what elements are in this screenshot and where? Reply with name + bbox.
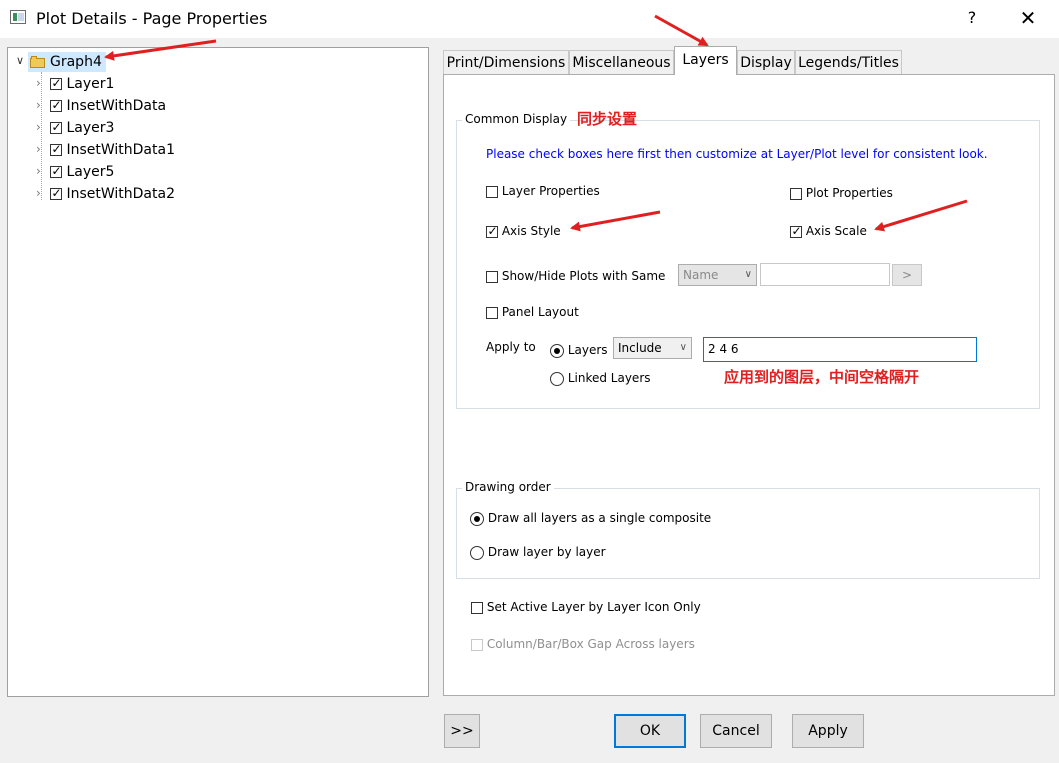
show-hide-label: Show/Hide Plots with Same bbox=[501, 269, 666, 283]
tree-item-label: InsetWithData1 bbox=[66, 142, 175, 158]
tree-item-layer3[interactable]: Layer3 bbox=[50, 118, 114, 138]
expand-button[interactable]: >> bbox=[444, 714, 480, 748]
chevron-right-icon[interactable]: › bbox=[36, 164, 41, 178]
chevron-down-icon[interactable]: ∨ bbox=[16, 54, 24, 67]
drawing-order-title: Drawing order bbox=[462, 480, 554, 494]
apply-include-value: Include bbox=[618, 341, 662, 355]
tab-miscellaneous[interactable]: Miscellaneous bbox=[569, 50, 674, 74]
tree-item-insetwithdata2[interactable]: InsetWithData2 bbox=[50, 184, 175, 204]
show-hide-combo-value: Name bbox=[683, 268, 719, 282]
tree-item-layer1[interactable]: Layer1 bbox=[50, 74, 114, 94]
chevron-down-icon: ∨ bbox=[744, 269, 752, 280]
chevron-right-icon[interactable]: › bbox=[36, 98, 41, 112]
show-hide-option[interactable]: Show/Hide Plots with Same bbox=[486, 269, 665, 283]
apply-linked-option[interactable]: Linked Layers bbox=[550, 371, 651, 386]
chevron-right-icon[interactable]: › bbox=[36, 120, 41, 134]
plot-properties-label: Plot Properties bbox=[805, 186, 893, 200]
chevron-right-icon[interactable]: › bbox=[36, 142, 41, 156]
tree-item-insetwithdata1[interactable]: InsetWithData1 bbox=[50, 140, 175, 160]
apply-button[interactable]: Apply bbox=[792, 714, 864, 748]
help-button[interactable]: ? bbox=[960, 8, 984, 30]
plot-properties-option[interactable]: Plot Properties bbox=[790, 186, 893, 200]
panel-layout-option[interactable]: Panel Layout bbox=[486, 305, 579, 319]
show-hide-text[interactable] bbox=[760, 263, 890, 286]
layer-properties-checkbox[interactable] bbox=[486, 185, 498, 198]
set-active-layer-checkbox[interactable] bbox=[471, 601, 483, 614]
tree-item-checkbox[interactable] bbox=[50, 100, 62, 112]
axis-style-label: Axis Style bbox=[501, 224, 561, 238]
gap-across-layers-option: Column/Bar/Box Gap Across layers bbox=[471, 637, 695, 651]
close-icon[interactable]: ✕ bbox=[1016, 6, 1040, 30]
tab-display[interactable]: Display bbox=[737, 50, 795, 74]
axis-scale-label: Axis Scale bbox=[805, 224, 867, 238]
apply-include-combo[interactable]: Include ∨ bbox=[613, 337, 692, 359]
apply-layers-radio[interactable] bbox=[550, 343, 564, 358]
apply-linked-label: Linked Layers bbox=[567, 371, 651, 385]
tree-item-label: Layer3 bbox=[66, 120, 115, 136]
tree-item-label: Layer5 bbox=[66, 164, 115, 180]
app-icon bbox=[10, 10, 26, 24]
tree-item-checkbox[interactable] bbox=[50, 188, 62, 200]
axis-scale-option[interactable]: Axis Scale bbox=[790, 224, 867, 238]
common-display-title: Common Display bbox=[462, 112, 571, 126]
chevron-down-icon: ∨ bbox=[679, 342, 687, 353]
set-active-layer-label: Set Active Layer by Layer Icon Only bbox=[486, 600, 701, 614]
tree-item-checkbox[interactable] bbox=[50, 144, 62, 156]
gap-across-layers-label: Column/Bar/Box Gap Across layers bbox=[486, 637, 695, 651]
show-hide-browse-button[interactable]: > bbox=[892, 264, 922, 286]
panel-layout-checkbox[interactable] bbox=[486, 306, 498, 319]
panel-layout-label: Panel Layout bbox=[501, 305, 579, 319]
tab-layers[interactable]: Layers bbox=[674, 46, 737, 75]
gap-across-layers-checkbox bbox=[471, 638, 483, 651]
draw-layer-by-layer-label: Draw layer by layer bbox=[487, 545, 606, 559]
set-active-layer-option[interactable]: Set Active Layer by Layer Icon Only bbox=[471, 600, 701, 614]
axis-style-checkbox[interactable] bbox=[486, 225, 498, 238]
show-hide-checkbox[interactable] bbox=[486, 270, 498, 283]
tree-item-checkbox[interactable] bbox=[50, 166, 62, 178]
show-hide-combo[interactable]: Name ∨ bbox=[678, 264, 757, 286]
tree-item-insetwithdata[interactable]: InsetWithData bbox=[50, 96, 166, 116]
apply-layers-input[interactable]: 2 4 6 bbox=[703, 337, 977, 362]
cancel-button[interactable]: Cancel bbox=[700, 714, 772, 748]
layer-properties-label: Layer Properties bbox=[501, 184, 600, 198]
tree-root-graph[interactable]: Graph4 bbox=[28, 52, 106, 72]
tree-connector bbox=[41, 72, 42, 200]
title-bar: Plot Details - Page Properties ? ✕ bbox=[0, 0, 1059, 38]
tree-item-label: InsetWithData bbox=[66, 98, 167, 114]
common-display-hint: Please check boxes here first then custo… bbox=[486, 147, 988, 161]
draw-composite-option[interactable]: Draw all layers as a single composite bbox=[470, 511, 711, 526]
draw-layer-by-layer-radio[interactable] bbox=[470, 545, 484, 560]
apply-layers-option[interactable]: Layers bbox=[550, 343, 608, 358]
annotation-sync-setting: 同步设置 bbox=[577, 110, 638, 128]
chevron-right-icon[interactable]: › bbox=[36, 76, 41, 90]
draw-layer-by-layer-option[interactable]: Draw layer by layer bbox=[470, 545, 606, 560]
tree-item-label: Layer1 bbox=[66, 76, 115, 92]
layer-properties-option[interactable]: Layer Properties bbox=[486, 184, 600, 198]
tree-item-checkbox[interactable] bbox=[50, 122, 62, 134]
tree-item-layer5[interactable]: Layer5 bbox=[50, 162, 114, 182]
draw-composite-radio[interactable] bbox=[470, 511, 484, 526]
apply-to-label: Apply to bbox=[486, 340, 536, 354]
layer-tree[interactable]: ∨ Graph4 › Layer1 › InsetWithData › Laye… bbox=[7, 47, 429, 697]
chevron-right-icon[interactable]: › bbox=[36, 186, 41, 200]
axis-scale-checkbox[interactable] bbox=[790, 225, 802, 238]
window-title: Plot Details - Page Properties bbox=[36, 9, 268, 28]
draw-composite-label: Draw all layers as a single composite bbox=[487, 511, 712, 525]
apply-linked-radio[interactable] bbox=[550, 371, 564, 386]
drawing-order-group: Drawing order bbox=[456, 480, 1040, 579]
folder-icon bbox=[30, 56, 46, 68]
tree-item-checkbox[interactable] bbox=[50, 78, 62, 90]
tree-item-label: InsetWithData2 bbox=[66, 186, 175, 202]
tree-root-label: Graph4 bbox=[50, 54, 102, 70]
plot-properties-checkbox[interactable] bbox=[790, 187, 802, 200]
annotation-apply-layers: 应用到的图层，中间空格隔开 bbox=[724, 368, 920, 386]
tab-print-dimensions[interactable]: Print/Dimensions bbox=[443, 50, 569, 74]
ok-button[interactable]: OK bbox=[614, 714, 686, 748]
axis-style-option[interactable]: Axis Style bbox=[486, 224, 561, 238]
tab-legends-titles[interactable]: Legends/Titles bbox=[795, 50, 902, 74]
apply-layers-label: Layers bbox=[567, 343, 608, 357]
